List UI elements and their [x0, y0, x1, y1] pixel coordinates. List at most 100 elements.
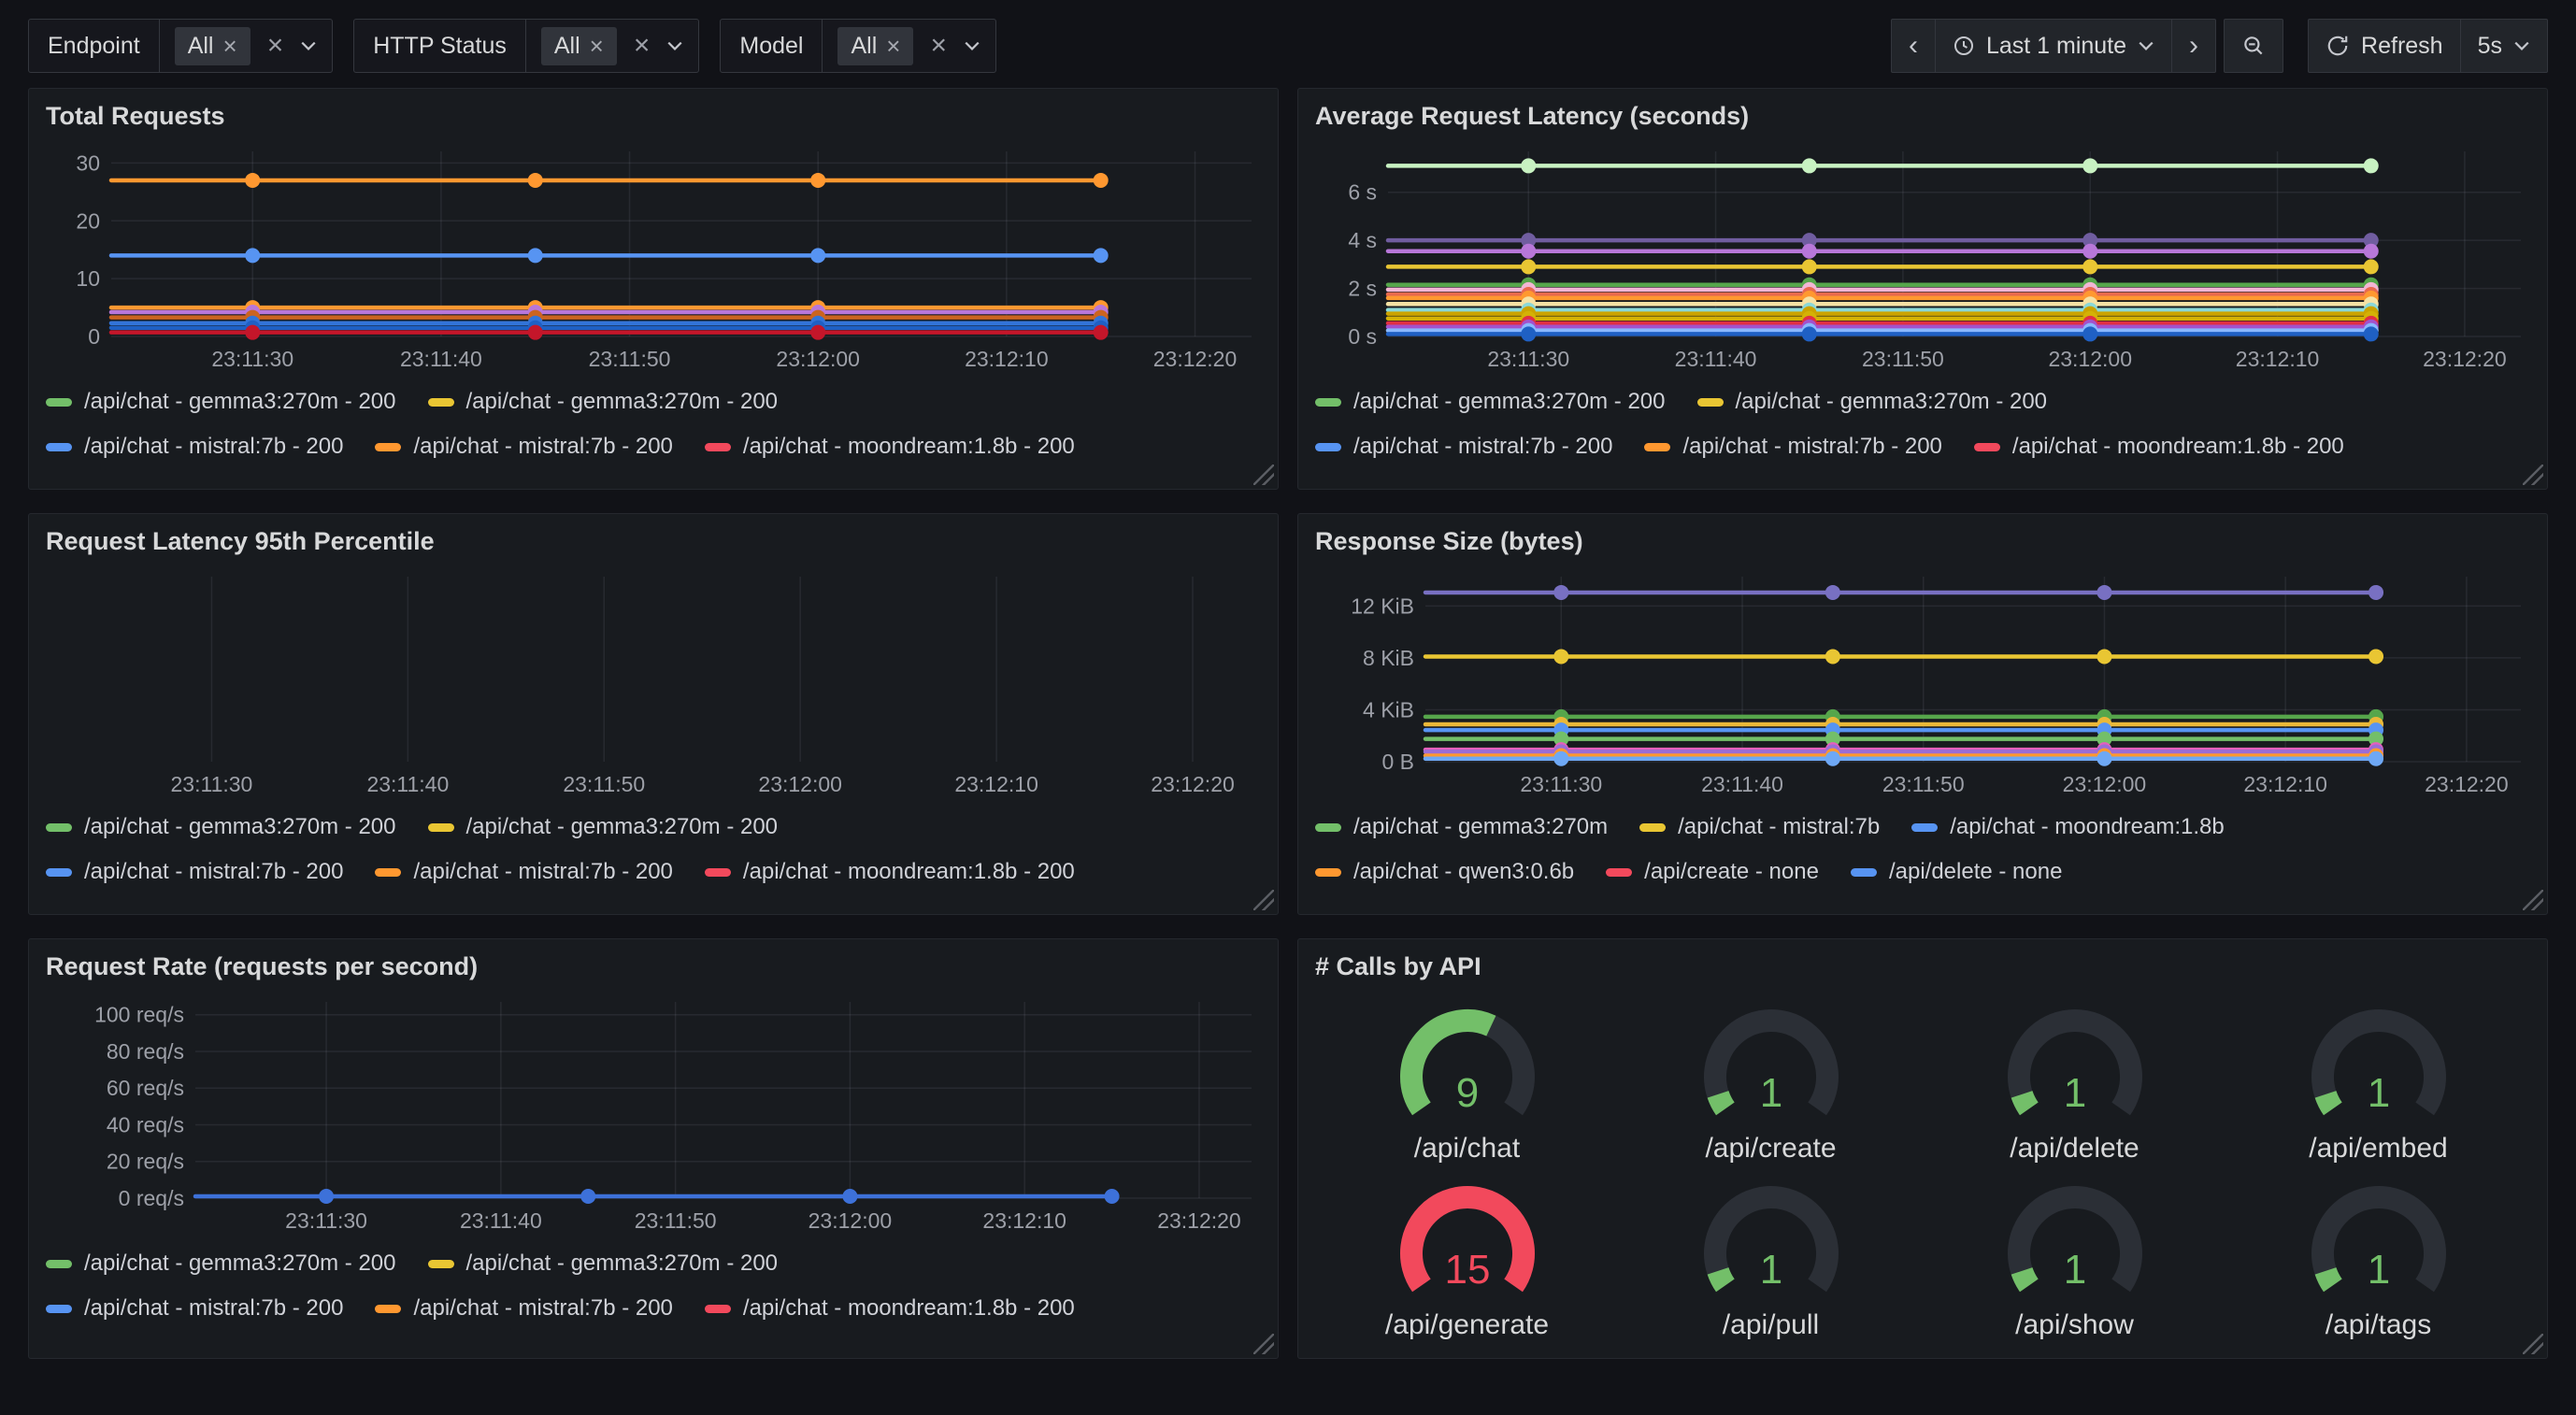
- legend-item[interactable]: /api/chat - gemma3:270m - 200: [46, 814, 396, 840]
- legend-item[interactable]: /api/chat - gemma3:270m - 200: [1315, 389, 1666, 415]
- legend-swatch: [428, 1260, 454, 1268]
- legend-item[interactable]: /api/chat - gemma3:270m - 200: [428, 389, 779, 415]
- legend-swatch: [46, 1305, 72, 1313]
- legend-label: /api/chat - qwen3:0.6b: [1353, 859, 1574, 885]
- legend-item[interactable]: /api/chat - mistral:7b - 200: [46, 1295, 343, 1322]
- resize-handle[interactable]: [2523, 465, 2543, 485]
- panel-request-latency-95th: Request Latency 95th Percentile 23:11:30…: [28, 513, 1279, 915]
- legend-swatch: [375, 1305, 401, 1313]
- legend-item[interactable]: /api/chat - mistral:7b - 200: [375, 1295, 672, 1322]
- chevron-down-icon[interactable]: [964, 40, 980, 51]
- panel-average-request-latency: Average Request Latency (seconds) 23:11:…: [1297, 88, 2548, 490]
- resize-handle[interactable]: [1253, 890, 1274, 910]
- panel-calls-by-api: # Calls by API 9/api/chat1/api/create1/a…: [1297, 938, 2548, 1359]
- gauge-value: 9: [1455, 1070, 1478, 1116]
- svg-text:23:12:20: 23:12:20: [1151, 772, 1235, 796]
- legend-label: /api/delete - none: [1889, 859, 2062, 885]
- gauge: 1/api/embed: [2226, 991, 2530, 1168]
- resize-handle[interactable]: [2523, 1334, 2543, 1354]
- legend-item[interactable]: /api/delete - none: [1851, 859, 2062, 885]
- chevron-down-icon[interactable]: [300, 40, 317, 51]
- time-forward-button[interactable]: ›: [2172, 19, 2216, 73]
- legend-item[interactable]: /api/chat - gemma3:270m - 200: [428, 814, 779, 840]
- gauge: 1/api/pull: [1619, 1168, 1923, 1346]
- time-back-button[interactable]: ‹: [1891, 19, 1936, 73]
- legend-item[interactable]: /api/chat - gemma3:270m - 200: [428, 1251, 779, 1277]
- gauge: 1/api/show: [1923, 1168, 2226, 1346]
- legend-item[interactable]: /api/chat - moondream:1.8b - 200: [1974, 434, 2344, 460]
- legend-item[interactable]: /api/create - none: [1606, 859, 1819, 885]
- svg-text:20: 20: [76, 208, 100, 233]
- legend-item[interactable]: /api/chat - qwen3:0.6b: [1315, 859, 1574, 885]
- legend-label: /api/chat - mistral:7b - 200: [84, 859, 343, 885]
- legend-swatch: [705, 868, 731, 877]
- time-range-button[interactable]: Last 1 minute: [1936, 19, 2172, 73]
- svg-text:23:12:10: 23:12:10: [954, 772, 1038, 796]
- gauge-label: /api/show: [2015, 1309, 2134, 1341]
- svg-text:0: 0: [88, 324, 100, 349]
- clear-filter-icon[interactable]: ×: [267, 32, 284, 60]
- legend-swatch: [46, 1260, 72, 1268]
- legend-swatch: [46, 443, 72, 451]
- chip-remove-icon[interactable]: ×: [223, 34, 237, 58]
- svg-text:23:12:20: 23:12:20: [2425, 772, 2509, 796]
- legend-item[interactable]: /api/chat - mistral:7b - 200: [375, 859, 672, 885]
- gauge-value: 1: [1759, 1070, 1782, 1116]
- legend-item[interactable]: /api/chat - mistral:7b - 200: [375, 434, 672, 460]
- chart-legend: /api/chat - gemma3:270m/api/chat - mistr…: [1315, 805, 2530, 894]
- legend-label: /api/chat - mistral:7b - 200: [413, 1295, 672, 1322]
- gauge: 9/api/chat: [1315, 991, 1619, 1168]
- legend-item[interactable]: /api/chat - mistral:7b - 200: [46, 434, 343, 460]
- legend-item[interactable]: /api/chat - moondream:1.8b - 200: [705, 1295, 1075, 1322]
- svg-text:23:11:30: 23:11:30: [171, 772, 253, 796]
- filter-endpoint-value-chip[interactable]: All ×: [175, 27, 250, 65]
- panel-title: Request Rate (requests per second): [46, 952, 1261, 981]
- svg-text:23:11:50: 23:11:50: [563, 772, 645, 796]
- panel-title: Total Requests: [46, 102, 1261, 131]
- legend-item[interactable]: /api/chat - mistral:7b: [1639, 814, 1880, 840]
- refresh-interval-button[interactable]: 5s: [2461, 19, 2548, 73]
- legend-item[interactable]: /api/chat - mistral:7b - 200: [1315, 434, 1612, 460]
- resize-handle[interactable]: [1253, 465, 1274, 485]
- legend-label: /api/chat - mistral:7b - 200: [1353, 434, 1612, 460]
- zoom-out-button[interactable]: [2224, 19, 2283, 73]
- svg-text:23:12:00: 23:12:00: [2048, 347, 2132, 371]
- legend-swatch: [428, 398, 454, 407]
- legend-item[interactable]: /api/chat - moondream:1.8b - 200: [705, 859, 1075, 885]
- svg-text:20 req/s: 20 req/s: [107, 1150, 184, 1174]
- panel-title: Response Size (bytes): [1315, 527, 2530, 556]
- svg-text:30: 30: [76, 150, 100, 175]
- legend-label: /api/chat - gemma3:270m - 200: [1736, 389, 2048, 415]
- resize-handle[interactable]: [1253, 1334, 1274, 1354]
- legend-item[interactable]: /api/chat - moondream:1.8b: [1911, 814, 2225, 840]
- legend-item[interactable]: /api/chat - gemma3:270m: [1315, 814, 1608, 840]
- refresh-label: Refresh: [2361, 33, 2443, 60]
- legend-row: /api/chat - gemma3:270m - 200/api/chat -…: [46, 805, 1261, 850]
- legend-item[interactable]: /api/chat - gemma3:270m - 200: [46, 389, 396, 415]
- gauge-label: /api/embed: [2309, 1133, 2447, 1165]
- chip-remove-icon[interactable]: ×: [886, 34, 900, 58]
- clear-filter-icon[interactable]: ×: [634, 32, 651, 60]
- filter-model-value-chip[interactable]: All ×: [837, 27, 913, 65]
- legend-item[interactable]: /api/chat - gemma3:270m - 200: [46, 1251, 396, 1277]
- clear-filter-icon[interactable]: ×: [930, 32, 947, 60]
- timeseries-chart[interactable]: 23:11:3023:11:4023:11:5023:12:0023:12:10…: [46, 991, 1261, 1236]
- svg-text:40 req/s: 40 req/s: [107, 1112, 184, 1136]
- chip-remove-icon[interactable]: ×: [590, 34, 604, 58]
- timeseries-chart[interactable]: 23:11:3023:11:4023:11:5023:12:0023:12:10…: [46, 140, 1261, 374]
- refresh-button[interactable]: Refresh: [2308, 19, 2461, 73]
- legend-item[interactable]: /api/chat - mistral:7b - 200: [46, 859, 343, 885]
- timeseries-chart[interactable]: 23:11:3023:11:4023:11:5023:12:0023:12:10…: [1315, 565, 2530, 799]
- timeseries-chart[interactable]: 23:11:3023:11:4023:11:5023:12:0023:12:10…: [1315, 140, 2530, 374]
- legend-item[interactable]: /api/chat - mistral:7b - 200: [1644, 434, 1941, 460]
- chevron-down-icon[interactable]: [666, 40, 683, 51]
- svg-text:23:12:20: 23:12:20: [1157, 1208, 1241, 1233]
- timeseries-chart[interactable]: 23:11:3023:11:4023:11:5023:12:0023:12:10…: [46, 565, 1261, 799]
- legend-item[interactable]: /api/chat - moondream:1.8b - 200: [705, 434, 1075, 460]
- filter-http-status-value-chip[interactable]: All ×: [541, 27, 617, 65]
- svg-text:80 req/s: 80 req/s: [107, 1039, 184, 1064]
- gauge-arc: 1: [1968, 994, 2182, 1135]
- legend-item[interactable]: /api/chat - gemma3:270m - 200: [1697, 389, 2048, 415]
- svg-text:23:12:00: 23:12:00: [2063, 772, 2147, 796]
- resize-handle[interactable]: [2523, 890, 2543, 910]
